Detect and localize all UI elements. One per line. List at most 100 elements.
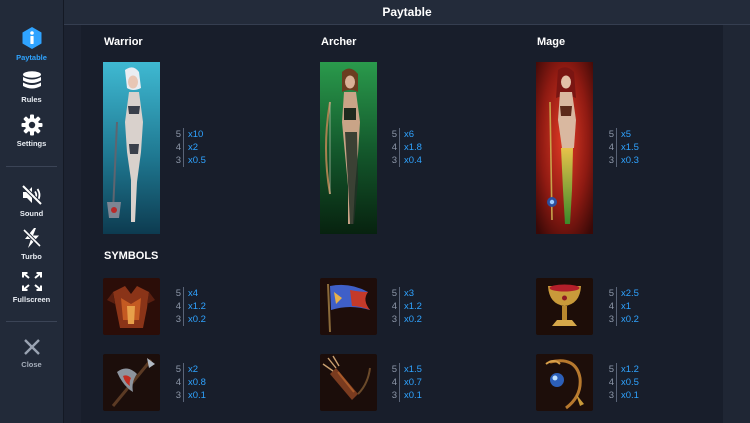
pay-row: 5 x2 [172, 363, 206, 376]
pay-multiplier: x4 [188, 288, 199, 299]
paytable-panel: Warrior Archer Mage 5 x10 4 x2 3 x0.5 5 … [81, 25, 723, 423]
pay-count: 5 [172, 128, 184, 141]
sidebar-item-paytable[interactable]: Paytable [0, 26, 63, 62]
pay-row: 5 x1.5 [388, 363, 422, 376]
pay-multiplier: x1.2 [404, 301, 422, 312]
expand-icon [0, 271, 63, 292]
pay-count: 4 [605, 376, 617, 389]
pay-multiplier: x0.7 [404, 377, 422, 388]
sidebar-item-label: Sound [19, 209, 44, 218]
pay-row: 5 x2.5 [605, 287, 639, 300]
close-icon [0, 337, 63, 357]
goblet-pays: 5 x2.5 4 x1 3 x0.2 [605, 287, 639, 326]
pay-multiplier: x0.2 [404, 314, 422, 325]
pay-count: 5 [388, 128, 400, 141]
staff-icon [536, 354, 593, 411]
page-title: Paytable [64, 0, 750, 25]
pay-count: 5 [388, 363, 400, 376]
pay-count: 4 [388, 141, 400, 154]
hero-title-warrior: Warrior [104, 36, 143, 48]
sidebar-divider [6, 321, 57, 322]
quiver-icon [320, 354, 377, 411]
pay-multiplier: x0.1 [621, 390, 639, 401]
pay-count: 5 [172, 363, 184, 376]
pay-row: 4 x1 [605, 300, 639, 313]
warrior-pays: 5 x10 4 x2 3 x0.5 [172, 128, 206, 167]
pay-multiplier: x1.8 [404, 142, 422, 153]
symbols-heading: SYMBOLS [104, 250, 159, 262]
sidebar-item-settings[interactable]: Settings [0, 114, 63, 148]
sidebar-item-close[interactable]: Close [0, 337, 63, 369]
banner-pays: 5 x3 4 x1.2 3 x0.2 [388, 287, 422, 326]
staff-pays: 5 x1.2 4 x0.5 3 x0.1 [605, 363, 639, 402]
sidebar-item-sound[interactable]: Sound [0, 184, 63, 218]
sidebar-item-label: Rules [21, 95, 42, 104]
axe-icon [103, 354, 160, 411]
pay-multiplier: x3 [404, 288, 415, 299]
pay-row: 3 x0.2 [172, 313, 206, 326]
pay-row: 4 x0.5 [605, 376, 639, 389]
pay-count: 3 [172, 389, 184, 402]
pay-count: 4 [172, 141, 184, 154]
pay-row: 3 x0.3 [605, 154, 639, 167]
goblet-icon [536, 278, 593, 335]
pay-row: 3 x0.2 [605, 313, 639, 326]
pay-row: 3 x0.2 [388, 313, 422, 326]
pay-count: 3 [605, 154, 617, 167]
pay-count: 5 [172, 287, 184, 300]
pay-count: 4 [172, 376, 184, 389]
armor-pays: 5 x4 4 x1.2 3 x0.2 [172, 287, 206, 326]
quiver-pays: 5 x1.5 4 x0.7 3 x0.1 [388, 363, 422, 402]
pay-count: 3 [388, 154, 400, 167]
lightning-icon [0, 227, 63, 249]
pay-count: 3 [605, 313, 617, 326]
hero-title-mage: Mage [537, 36, 566, 48]
pay-count: 4 [172, 300, 184, 313]
pay-multiplier: x2.5 [621, 288, 639, 299]
sidebar-item-rules[interactable]: Rules [0, 70, 63, 104]
pay-multiplier: x1.2 [621, 364, 639, 375]
armor-icon [103, 278, 160, 335]
pay-count: 3 [605, 389, 617, 402]
pay-count: 4 [388, 376, 400, 389]
pay-row: 3 x0.1 [605, 389, 639, 402]
mage-pays: 5 x5 4 x1.5 3 x0.3 [605, 128, 639, 167]
pay-multiplier: x5 [621, 129, 632, 140]
pay-multiplier: x0.8 [188, 377, 206, 388]
pay-multiplier: x0.3 [621, 155, 639, 166]
pay-multiplier: x0.2 [621, 314, 639, 325]
pay-count: 4 [388, 300, 400, 313]
hero-title-archer: Archer [321, 36, 357, 48]
pay-row: 5 x6 [388, 128, 422, 141]
pay-row: 5 x5 [605, 128, 639, 141]
pay-count: 3 [388, 389, 400, 402]
pay-row: 4 x2 [172, 141, 206, 154]
info-icon [0, 26, 63, 50]
scroll-rail[interactable] [723, 25, 750, 423]
sidebar-divider [6, 166, 57, 167]
sidebar-item-turbo[interactable]: Turbo [0, 227, 63, 261]
pay-count: 3 [388, 313, 400, 326]
pay-row: 3 x0.5 [172, 154, 206, 167]
sidebar-item-label: Close [21, 360, 42, 369]
pay-count: 5 [388, 287, 400, 300]
pay-row: 3 x0.1 [388, 389, 422, 402]
pay-row: 4 x1.2 [172, 300, 206, 313]
sidebar-item-label: Turbo [21, 252, 42, 261]
sound-muted-icon [0, 184, 63, 206]
mage-image [536, 62, 593, 234]
sidebar-item-label: Fullscreen [12, 295, 51, 304]
pay-row: 4 x0.8 [172, 376, 206, 389]
pay-row: 4 x1.2 [388, 300, 422, 313]
pay-row: 4 x0.7 [388, 376, 422, 389]
sidebar-item-fullscreen[interactable]: Fullscreen [0, 271, 63, 304]
warrior-image [103, 62, 160, 234]
pay-multiplier: x0.1 [404, 390, 422, 401]
pay-multiplier: x0.5 [188, 155, 206, 166]
pay-multiplier: x2 [188, 142, 199, 153]
stack-icon [0, 70, 63, 92]
archer-image [320, 62, 377, 234]
pay-row: 5 x3 [388, 287, 422, 300]
pay-count: 4 [605, 300, 617, 313]
pay-count: 4 [605, 141, 617, 154]
